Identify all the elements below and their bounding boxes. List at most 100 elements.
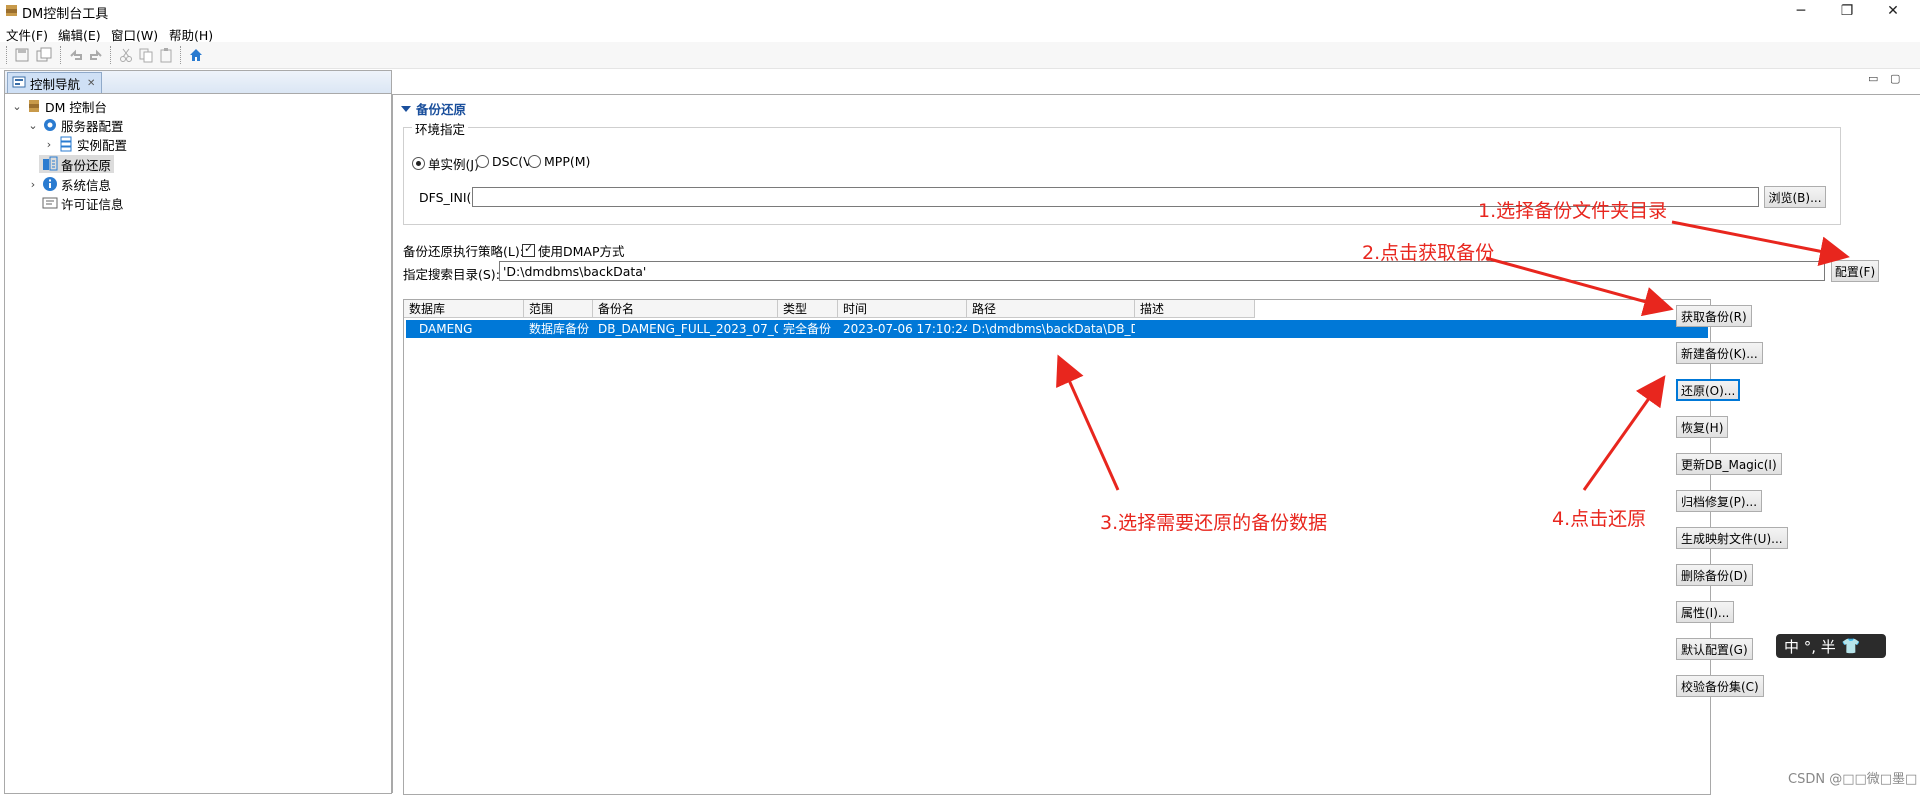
- chevron-right-icon[interactable]: ›: [27, 178, 39, 191]
- window-title: DM控制台工具: [22, 7, 109, 22]
- tree-item-backup-restore[interactable]: 备份还原: [39, 155, 115, 173]
- chevron-right-icon[interactable]: ›: [43, 138, 55, 151]
- table-cell: 2023-07-06 17:10:24: [843, 322, 967, 336]
- table-cell: 数据库备份: [529, 322, 590, 336]
- save-icon[interactable]: [14, 47, 30, 63]
- search-dir-input[interactable]: 'D:\dmdbms\backData': [499, 261, 1825, 281]
- radio-dot: [476, 155, 489, 168]
- column-header[interactable]: 类型: [778, 300, 838, 318]
- navigation-panel: 控制导航 ✕ ⌄ DM 控制台 ⌄ 服务器配置 › 实例配置 备份还原 › 系统…: [4, 70, 392, 794]
- column-header[interactable]: 备份名: [593, 300, 778, 318]
- properties-button[interactable]: 属性(I)...: [1676, 601, 1735, 623]
- toolbar-separator: [180, 46, 182, 64]
- minimize-icon[interactable]: ─: [1778, 0, 1824, 22]
- tree-item-label: DM 控制台: [45, 99, 107, 115]
- navigation-tab-bar: 控制导航 ✕: [5, 71, 391, 94]
- minimize-view-icon[interactable]: ▭: [1868, 72, 1878, 85]
- watermark: CSDN @□□微□墨□: [1788, 772, 1918, 787]
- section-header[interactable]: 备份还原: [401, 99, 466, 118]
- new-backup-button[interactable]: 新建备份(K)...: [1676, 342, 1763, 364]
- tree-item-label: 备份还原: [61, 157, 112, 173]
- column-header[interactable]: 数据库: [404, 300, 524, 318]
- restore-button[interactable]: 还原(O)...: [1676, 379, 1741, 401]
- toolbar-separator: [6, 46, 8, 64]
- table-cell: DAMENG: [419, 322, 473, 336]
- home-icon[interactable]: [188, 47, 204, 63]
- close-icon[interactable]: ✕: [1870, 0, 1916, 22]
- tree-item-dm-console[interactable]: ⌄ DM 控制台: [11, 97, 107, 115]
- radio-label: 单实例(J): [428, 157, 479, 172]
- collapse-triangle-icon[interactable]: [401, 105, 411, 112]
- toolbar-separator: [110, 46, 112, 64]
- toolbar-separator: [60, 46, 62, 64]
- paste-icon[interactable]: [158, 47, 174, 63]
- tree-item-server-config[interactable]: ⌄ 服务器配置: [27, 116, 124, 134]
- window-title-bar: DM控制台工具 ─ ❐ ✕: [0, 0, 1920, 22]
- database-server-icon: [26, 98, 42, 114]
- backup-restore-panel: 备份还原 环境指定 单实例(J) DSC(V) MPP(M) DFS_INI(I…: [392, 94, 1920, 795]
- table-cell: D:\dmdbms\backData\DB_D: [972, 322, 1135, 336]
- browse-button[interactable]: 浏览(B)...: [1764, 186, 1826, 208]
- column-header[interactable]: 范围: [524, 300, 593, 318]
- search-dir-label: 指定搜索目录(S):: [403, 267, 500, 282]
- environment-group-title: 环境指定: [412, 119, 469, 138]
- fetch-backup-button[interactable]: 获取备份(R): [1676, 305, 1752, 327]
- config-button[interactable]: 配置(F): [1831, 260, 1879, 282]
- ime-text: 中 °, 半: [1784, 637, 1836, 656]
- tab-label: 控制导航: [30, 76, 81, 92]
- radio-dot: [412, 157, 425, 170]
- maximize-view-icon[interactable]: ▢: [1890, 72, 1900, 85]
- annotation-step3: 3.选择需要还原的备份数据: [1100, 512, 1328, 534]
- column-header[interactable]: 路径: [967, 300, 1135, 318]
- redo-icon[interactable]: [88, 47, 104, 63]
- license-icon: [42, 195, 58, 211]
- table-cell: 完全备份: [783, 322, 832, 336]
- tree-item-system-info[interactable]: › 系统信息: [27, 175, 111, 193]
- column-header[interactable]: 时间: [838, 300, 967, 318]
- radio-single-instance[interactable]: 单实例(J): [412, 154, 479, 173]
- table-cell: [1135, 320, 1255, 338]
- cut-icon[interactable]: [118, 47, 134, 63]
- annotation-step2: 2.点击获取备份: [1362, 242, 1495, 264]
- close-tab-icon[interactable]: ✕: [87, 78, 95, 89]
- radio-dot: [528, 155, 541, 168]
- table-cell: DB_DAMENG_FULL_2023_07_06: [598, 322, 778, 336]
- update-db-magic-button[interactable]: 更新DB_Magic(I): [1676, 453, 1782, 475]
- shirt-icon: 👕: [1841, 637, 1861, 655]
- tree-item-label: 系统信息: [61, 177, 112, 193]
- backup-table: 数据库 范围 备份名 类型 时间 路径 描述 DAMENG 数据库备份 DB_D…: [403, 299, 1711, 795]
- backup-icon: [42, 156, 58, 172]
- table-row[interactable]: DAMENG 数据库备份 DB_DAMENG_FULL_2023_07_06 完…: [406, 320, 1708, 338]
- tree-item-label: 服务器配置: [61, 118, 124, 134]
- column-header[interactable]: 描述: [1135, 300, 1255, 318]
- recover-button[interactable]: 恢复(H): [1676, 416, 1729, 438]
- strategy-label: 备份还原执行策略(L):: [403, 244, 524, 259]
- checkbox-checked-icon[interactable]: [522, 242, 535, 257]
- tree-item-label: 许可证信息: [61, 196, 124, 212]
- default-config-button[interactable]: 默认配置(G): [1676, 638, 1753, 660]
- undo-icon[interactable]: [68, 47, 84, 63]
- info-icon: [42, 176, 58, 192]
- save-all-icon[interactable]: [36, 47, 52, 63]
- verify-backup-set-button[interactable]: 校验备份集(C): [1676, 675, 1764, 697]
- tree-item-label: 实例配置: [77, 137, 128, 153]
- tab-control-navigation[interactable]: 控制导航 ✕: [7, 72, 103, 93]
- menu-bar: 文件(F) 编辑(E) 窗口(W) 帮助(H): [0, 22, 1920, 43]
- tree-item-instance-config[interactable]: › 实例配置: [43, 135, 127, 153]
- ime-status-bar[interactable]: 中 °, 半 👕: [1776, 634, 1886, 658]
- navigator-icon: [12, 75, 26, 92]
- gear-icon: [42, 117, 58, 133]
- chevron-down-icon[interactable]: ⌄: [11, 100, 23, 113]
- annotation-step4: 4.点击还原: [1552, 508, 1647, 530]
- delete-backup-button[interactable]: 删除备份(D): [1676, 564, 1753, 586]
- tree-item-license-info[interactable]: 许可证信息: [39, 194, 124, 212]
- app-icon: [5, 4, 18, 17]
- archive-repair-button[interactable]: 归档修复(P)...: [1676, 490, 1763, 512]
- toolbar: [0, 42, 1920, 69]
- chevron-down-icon[interactable]: ⌄: [27, 119, 39, 132]
- copy-icon[interactable]: [138, 47, 154, 63]
- generate-mapping-button[interactable]: 生成映射文件(U)...: [1676, 527, 1788, 549]
- restore-icon[interactable]: ❐: [1824, 0, 1870, 22]
- radio-mpp[interactable]: MPP(M): [528, 154, 590, 169]
- dmap-checkbox[interactable]: 使用DMAP方式: [522, 241, 625, 260]
